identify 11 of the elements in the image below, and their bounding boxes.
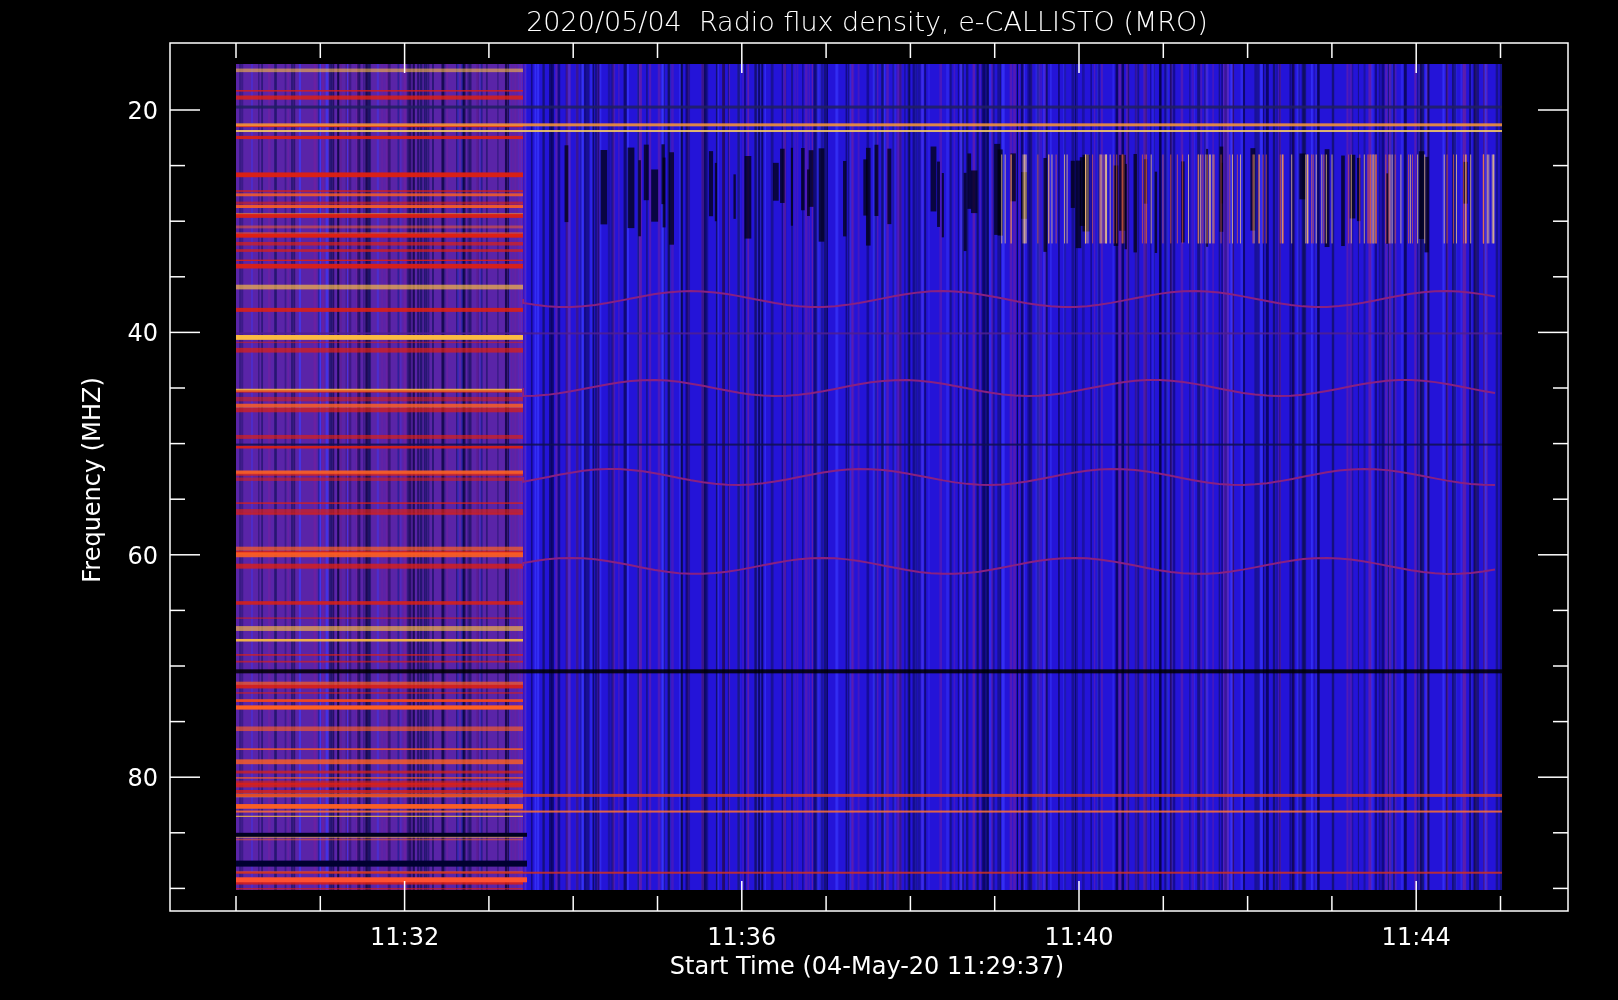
y-tick-label: 40 [127, 319, 158, 348]
x-tick-label: 11:44 [1381, 923, 1451, 951]
y-tick-label: 20 [127, 97, 158, 125]
x-axis-label: Start Time (04-May-20 11:29:37) [669, 952, 1065, 980]
x-tick-label: 11:36 [707, 923, 777, 951]
chart-title: 2020/05/04 Radio flux density, e-CALLISTO (MRO) [526, 6, 1208, 37]
x-tick-label: 11:40 [1044, 923, 1114, 951]
x-tick-label: 11:32 [370, 923, 440, 951]
y-tick-label: 60 [127, 541, 158, 570]
y-tick-label: 80 [127, 764, 158, 793]
y-axis-label: Frequency (MHZ) [78, 377, 106, 583]
